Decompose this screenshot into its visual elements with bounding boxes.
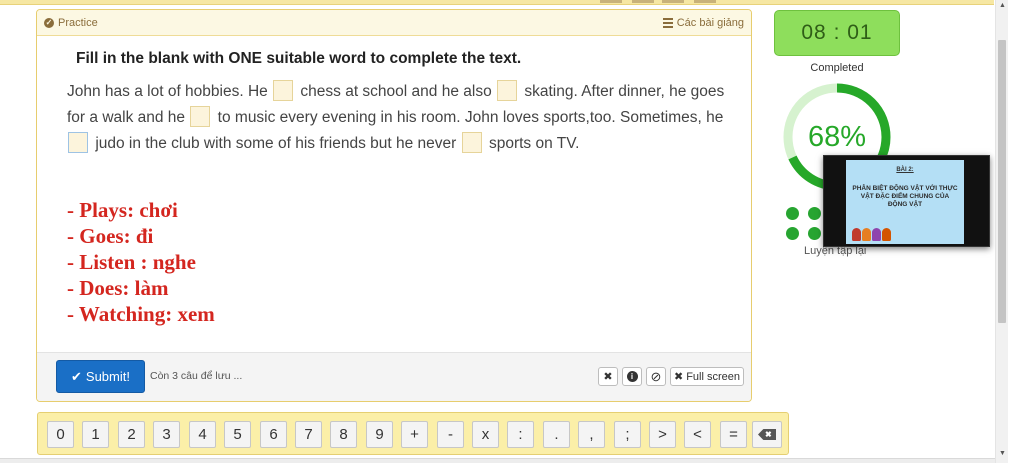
blank-input-2[interactable] [497, 80, 518, 101]
video-popup[interactable]: BÀI 2: PHÂN BIỆT ĐỘNG VẬT VỚI THỰC VẬT Đ… [823, 155, 990, 247]
card-footer: ✔ Submit! Còn 3 câu để lưu ... ✖ i ⊘ ✖ F… [37, 352, 751, 401]
practice-tab[interactable]: ✓ Practice [44, 17, 98, 29]
skip-button[interactable]: ⊘ [646, 367, 666, 386]
key[interactable]: , [578, 421, 605, 448]
key[interactable]: 9 [366, 421, 393, 448]
status-dot[interactable] [786, 227, 799, 240]
countdown-timer: 08 : 01 [774, 10, 900, 56]
key[interactable]: 7 [295, 421, 322, 448]
submit-button[interactable]: ✔ Submit! [56, 360, 145, 393]
blank-input-1[interactable] [273, 80, 294, 101]
key[interactable]: 8 [330, 421, 357, 448]
list-icon [662, 17, 673, 28]
key[interactable]: > [649, 421, 676, 448]
practice-card: ✓ Practice Các bài giảng Fill in the bla… [36, 9, 752, 402]
bottom-strip [0, 458, 995, 463]
video-slide: BÀI 2: PHÂN BIỆT ĐỘNG VẬT VỚI THỰC VẬT Đ… [846, 160, 964, 244]
status-dot[interactable] [786, 207, 799, 220]
key[interactable]: + [401, 421, 428, 448]
top-tab[interactable] [694, 0, 716, 3]
cartoon-kids-image [852, 228, 891, 241]
passage-text: judo in the club with some of his friend… [95, 135, 457, 152]
blank-input-5[interactable] [461, 132, 482, 153]
answer-note: - Does: làm [67, 276, 169, 300]
key[interactable]: x [472, 421, 499, 448]
answer-notes: - Plays: chơi - Goes: đi - Listen : nghe… [67, 197, 215, 327]
blank-input-3[interactable] [190, 106, 211, 127]
top-tab[interactable] [632, 0, 654, 3]
answer-note: - Listen : nghe [67, 250, 196, 274]
submit-label: Submit! [85, 369, 130, 384]
progress-percent: 68% [807, 121, 867, 153]
key[interactable]: - [437, 421, 464, 448]
key[interactable]: = [720, 421, 747, 448]
scrollbar-thumb[interactable] [998, 40, 1006, 323]
key[interactable]: 2 [118, 421, 145, 448]
answer-note: - Watching: xem [67, 302, 215, 326]
question-instruction: Fill in the blank with ONE suitable word… [76, 50, 522, 67]
check-icon: ✔ [71, 368, 82, 384]
key[interactable]: ; [614, 421, 641, 448]
check-circle-icon: ✓ [44, 17, 54, 28]
key[interactable]: 4 [189, 421, 216, 448]
key[interactable]: 3 [153, 421, 180, 448]
vertical-scrollbar[interactable]: ▲ ▼ [995, 0, 1008, 463]
lessons-label: Các bài giảng [676, 16, 744, 29]
top-strip [0, 0, 994, 5]
practice-label: Practice [58, 16, 98, 29]
completed-label: Completed [810, 62, 864, 74]
scroll-down-icon[interactable]: ▼ [999, 450, 1006, 457]
key[interactable]: 5 [224, 421, 251, 448]
key[interactable]: < [684, 421, 711, 448]
fullscreen-button[interactable]: ✖ Full screen [670, 367, 744, 386]
passage-text: to music every evening in his room. John… [217, 109, 724, 126]
top-tab[interactable] [600, 0, 622, 3]
answer-note: - Plays: chơi [67, 198, 178, 222]
lessons-link[interactable]: Các bài giảng [662, 16, 744, 29]
fullscreen-label: Full screen [686, 370, 740, 383]
slide-title: PHÂN BIỆT ĐỘNG VẬT VỚI THỰC VẬT ĐẶC ĐIỂM… [852, 185, 958, 208]
backspace-key[interactable]: ✖ [752, 421, 782, 448]
key[interactable]: . [543, 421, 570, 448]
info-icon: i [626, 371, 638, 382]
status-dot[interactable] [808, 227, 821, 240]
expand-icon: ✖ [673, 371, 684, 383]
key[interactable]: 6 [260, 421, 287, 448]
key[interactable]: : [507, 421, 534, 448]
info-button[interactable]: i [622, 367, 642, 386]
passage-text: chess at school and he also [300, 83, 492, 100]
slide-label: BÀI 2: [896, 167, 914, 173]
backspace-icon: ✖ [758, 429, 776, 440]
key[interactable]: 1 [82, 421, 109, 448]
close-icon: ✖ [603, 371, 613, 383]
blank-input-4[interactable] [68, 132, 88, 153]
answer-note: - Goes: đi [67, 224, 154, 248]
status-dot[interactable] [808, 207, 821, 220]
clear-button[interactable]: ✖ [598, 367, 618, 386]
scroll-up-icon[interactable]: ▲ [999, 2, 1006, 9]
save-status: Còn 3 câu để lưu ... [150, 370, 243, 382]
passage-text: sports on TV. [488, 135, 580, 152]
top-tab[interactable] [662, 0, 684, 3]
ban-icon: ⊘ [650, 368, 662, 384]
question-passage: John has a lot of hobbies. He chess at s… [67, 79, 737, 157]
key[interactable]: 0 [47, 421, 74, 448]
math-keyboard: 0 1 2 3 4 5 6 7 8 9 + - x : . , ; > < = … [37, 412, 789, 455]
card-header: ✓ Practice Các bài giảng [37, 10, 751, 36]
passage-text: John has a lot of hobbies. He [67, 83, 268, 100]
